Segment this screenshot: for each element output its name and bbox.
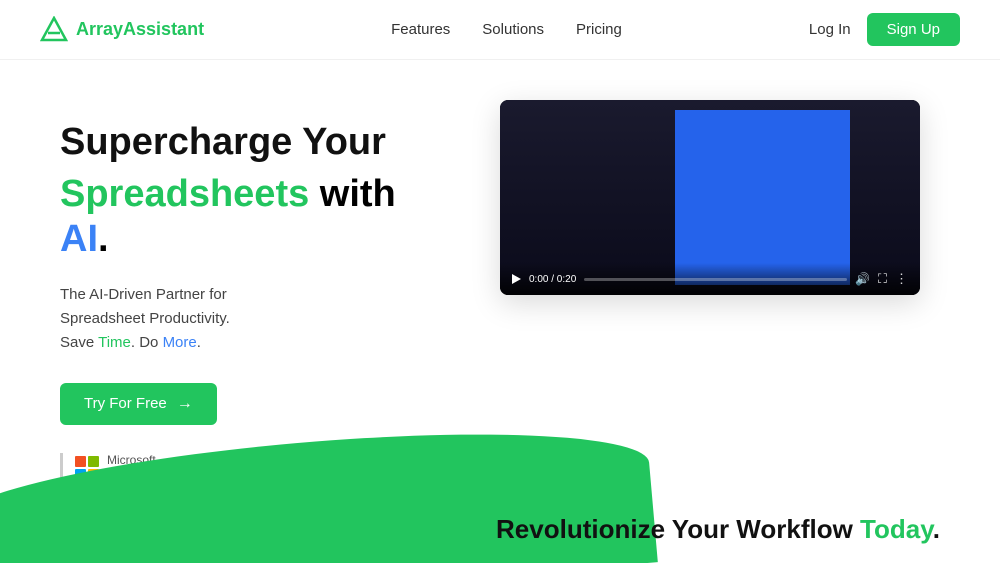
- bottom-tagline: Revolutionize Your Workflow Today.: [496, 514, 940, 545]
- time-link[interactable]: Time: [98, 334, 131, 351]
- hero-ai: AI: [60, 218, 98, 260]
- video-player[interactable]: 0:00 / 0:20 🔊 ⛶ ⋮: [500, 100, 920, 295]
- more-options-icon: ⋮: [895, 271, 908, 287]
- nav-solutions[interactable]: Solutions: [482, 21, 544, 38]
- hero-right: 0:00 / 0:20 🔊 ⛶ ⋮: [500, 100, 940, 295]
- fullscreen-icon: ⛶: [878, 271, 887, 287]
- nav-pricing[interactable]: Pricing: [576, 21, 622, 38]
- main-nav: Features Solutions Pricing: [391, 21, 622, 38]
- signup-button[interactable]: Sign Up: [867, 13, 960, 46]
- hero-title-line1: Supercharge Your: [60, 120, 440, 166]
- login-button[interactable]: Log In: [809, 21, 851, 38]
- site-header: ArrayAssistant Features Solutions Pricin…: [0, 0, 1000, 60]
- volume-button[interactable]: 🔊: [855, 272, 870, 286]
- video-content: [675, 110, 850, 285]
- header-actions: Log In Sign Up: [809, 13, 960, 46]
- bottom-section: Revolutionize Your Workflow Today.: [0, 433, 1000, 563]
- hero-section: Supercharge Your Spreadsheets with AI. T…: [0, 60, 1000, 484]
- hero-left: Supercharge Your Spreadsheets with AI. T…: [60, 110, 440, 484]
- progress-bar[interactable]: [584, 278, 847, 281]
- fullscreen-button[interactable]: ⛶: [878, 271, 887, 287]
- arrow-icon: →: [177, 395, 193, 413]
- volume-icon: 🔊: [855, 272, 870, 286]
- hero-period: .: [98, 218, 109, 260]
- more-link[interactable]: More: [163, 334, 197, 351]
- play-icon: [512, 274, 521, 284]
- logo-text: ArrayAssistant: [76, 19, 204, 40]
- hero-with: with: [309, 173, 396, 215]
- logo[interactable]: ArrayAssistant: [40, 16, 204, 44]
- video-screen: 0:00 / 0:20 🔊 ⛶ ⋮: [500, 100, 920, 295]
- logo-icon: [40, 16, 68, 44]
- hero-title-line2: Spreadsheets with AI.: [60, 172, 440, 263]
- hero-subtitle: The AI-Driven Partner for Spreadsheet Pr…: [60, 283, 440, 355]
- more-options-button[interactable]: ⋮: [895, 271, 908, 287]
- video-controls: 0:00 / 0:20 🔊 ⛶ ⋮: [500, 263, 920, 295]
- hero-spreadsheets: Spreadsheets: [60, 173, 309, 215]
- try-for-free-button[interactable]: Try For Free →: [60, 383, 217, 425]
- nav-features[interactable]: Features: [391, 21, 450, 38]
- play-button[interactable]: [512, 274, 521, 284]
- time-display: 0:00 / 0:20: [529, 274, 576, 285]
